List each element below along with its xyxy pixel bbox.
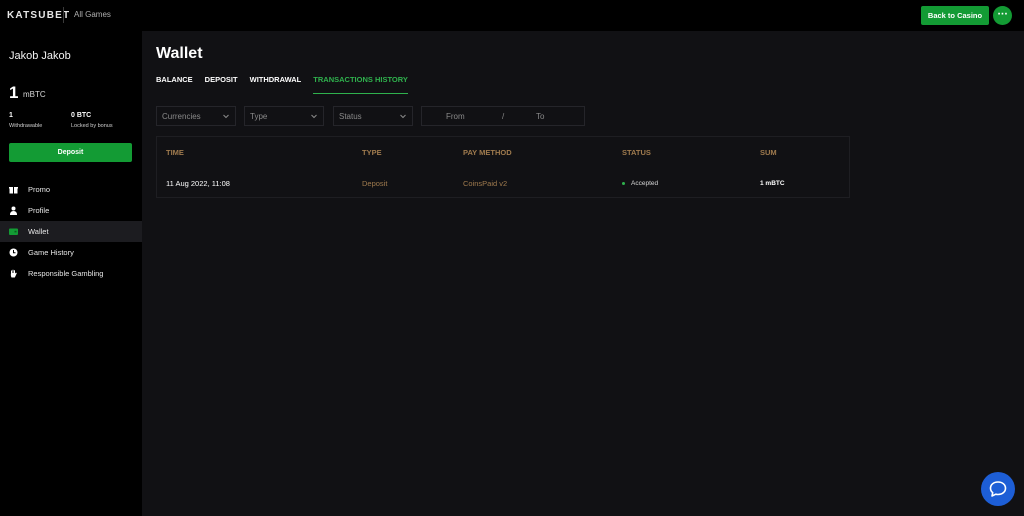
date-separator: / xyxy=(502,112,505,121)
sidebar-item-label: Game History xyxy=(28,248,74,257)
status-dot-icon xyxy=(622,182,625,185)
more-options-button[interactable]: ··· xyxy=(993,6,1012,25)
column-header-sum[interactable]: SUM xyxy=(760,148,777,157)
column-header-status[interactable]: STATUS xyxy=(622,148,651,157)
locked-bonus-label: Locked by bonus xyxy=(71,123,113,129)
column-header-type[interactable]: TYPE xyxy=(362,148,382,157)
type-select-label: Type xyxy=(250,111,268,121)
sidebar-item-game-history[interactable]: Game History xyxy=(0,242,142,263)
type-select[interactable]: Type xyxy=(244,106,324,126)
currencies-select-label: Currencies xyxy=(162,111,201,121)
column-header-time[interactable]: TIME xyxy=(166,148,184,157)
currencies-select[interactable]: Currencies xyxy=(156,106,236,126)
tab-withdrawal[interactable]: WITHDRAWAL xyxy=(250,74,302,94)
date-to-input[interactable]: To xyxy=(536,112,544,121)
sidebar: Jakob Jakob 1 mBTC 1 Withdrawable 0 BTC … xyxy=(0,31,142,516)
top-bar: KATSUBET All Games Back to Casino ··· xyxy=(0,0,1024,31)
chevron-down-icon xyxy=(311,114,317,119)
all-games-link[interactable]: All Games xyxy=(74,10,111,19)
wallet-icon xyxy=(9,227,18,236)
sidebar-item-label: Responsible Gambling xyxy=(28,269,104,278)
row-status: Accepted xyxy=(622,180,658,187)
hand-icon xyxy=(9,269,18,278)
user-name: Jakob Jakob xyxy=(9,50,71,62)
logo-divider xyxy=(63,7,64,23)
row-sum: 1 mBTC xyxy=(760,180,785,187)
tab-deposit[interactable]: DEPOSIT xyxy=(205,74,238,94)
transactions-table: TIME TYPE PAY METHOD STATUS SUM 11 Aug 2… xyxy=(156,136,850,198)
logo[interactable]: KATSUBET xyxy=(7,10,70,21)
live-chat-button[interactable] xyxy=(981,472,1015,506)
sidebar-item-label: Wallet xyxy=(28,227,49,236)
page-title: Wallet xyxy=(156,45,203,62)
sidebar-item-label: Profile xyxy=(28,206,50,215)
date-from-input[interactable]: From xyxy=(446,112,465,121)
locked-bonus-value: 0 BTC xyxy=(71,112,92,119)
row-pay-method: CoinsPaid v2 xyxy=(463,179,508,188)
balance-unit: mBTC xyxy=(23,90,46,99)
row-status-label: Accepted xyxy=(631,180,659,187)
row-type: Deposit xyxy=(362,179,388,188)
withdrawable-label: Withdrawable xyxy=(9,123,43,129)
row-time: 11 Aug 2022, 11:08 xyxy=(166,179,230,188)
column-header-pay-method[interactable]: PAY METHOD xyxy=(463,148,512,157)
gift-icon xyxy=(9,185,18,194)
wallet-tabs: BALANCE DEPOSIT WITHDRAWAL TRANSACTIONS … xyxy=(156,74,420,94)
sidebar-item-profile[interactable]: Profile xyxy=(0,200,142,221)
chevron-down-icon xyxy=(400,114,406,119)
balance-value: 1 xyxy=(9,83,19,102)
user-icon xyxy=(9,206,18,215)
chat-bubble-icon xyxy=(989,481,1007,497)
date-range-filter: From / To xyxy=(421,106,585,126)
withdrawable-value: 1 xyxy=(9,112,13,119)
status-select[interactable]: Status xyxy=(333,106,413,126)
sidebar-item-promo[interactable]: Promo xyxy=(0,179,142,200)
chevron-down-icon xyxy=(223,114,229,119)
tab-balance[interactable]: BALANCE xyxy=(156,74,193,94)
main-content: Wallet BALANCE DEPOSIT WITHDRAWAL TRANSA… xyxy=(142,31,1024,516)
sidebar-nav: Promo Profile Wallet Game History Respon… xyxy=(0,179,142,284)
status-select-label: Status xyxy=(339,111,362,121)
tab-transactions-history[interactable]: TRANSACTIONS HISTORY xyxy=(313,74,408,94)
clock-icon xyxy=(9,248,18,257)
back-to-casino-button[interactable]: Back to Casino xyxy=(921,6,989,25)
sidebar-item-label: Promo xyxy=(28,185,51,194)
sidebar-item-wallet[interactable]: Wallet xyxy=(0,221,142,242)
sidebar-item-responsible-gambling[interactable]: Responsible Gambling xyxy=(0,263,142,284)
deposit-button[interactable]: Deposit xyxy=(9,143,132,162)
